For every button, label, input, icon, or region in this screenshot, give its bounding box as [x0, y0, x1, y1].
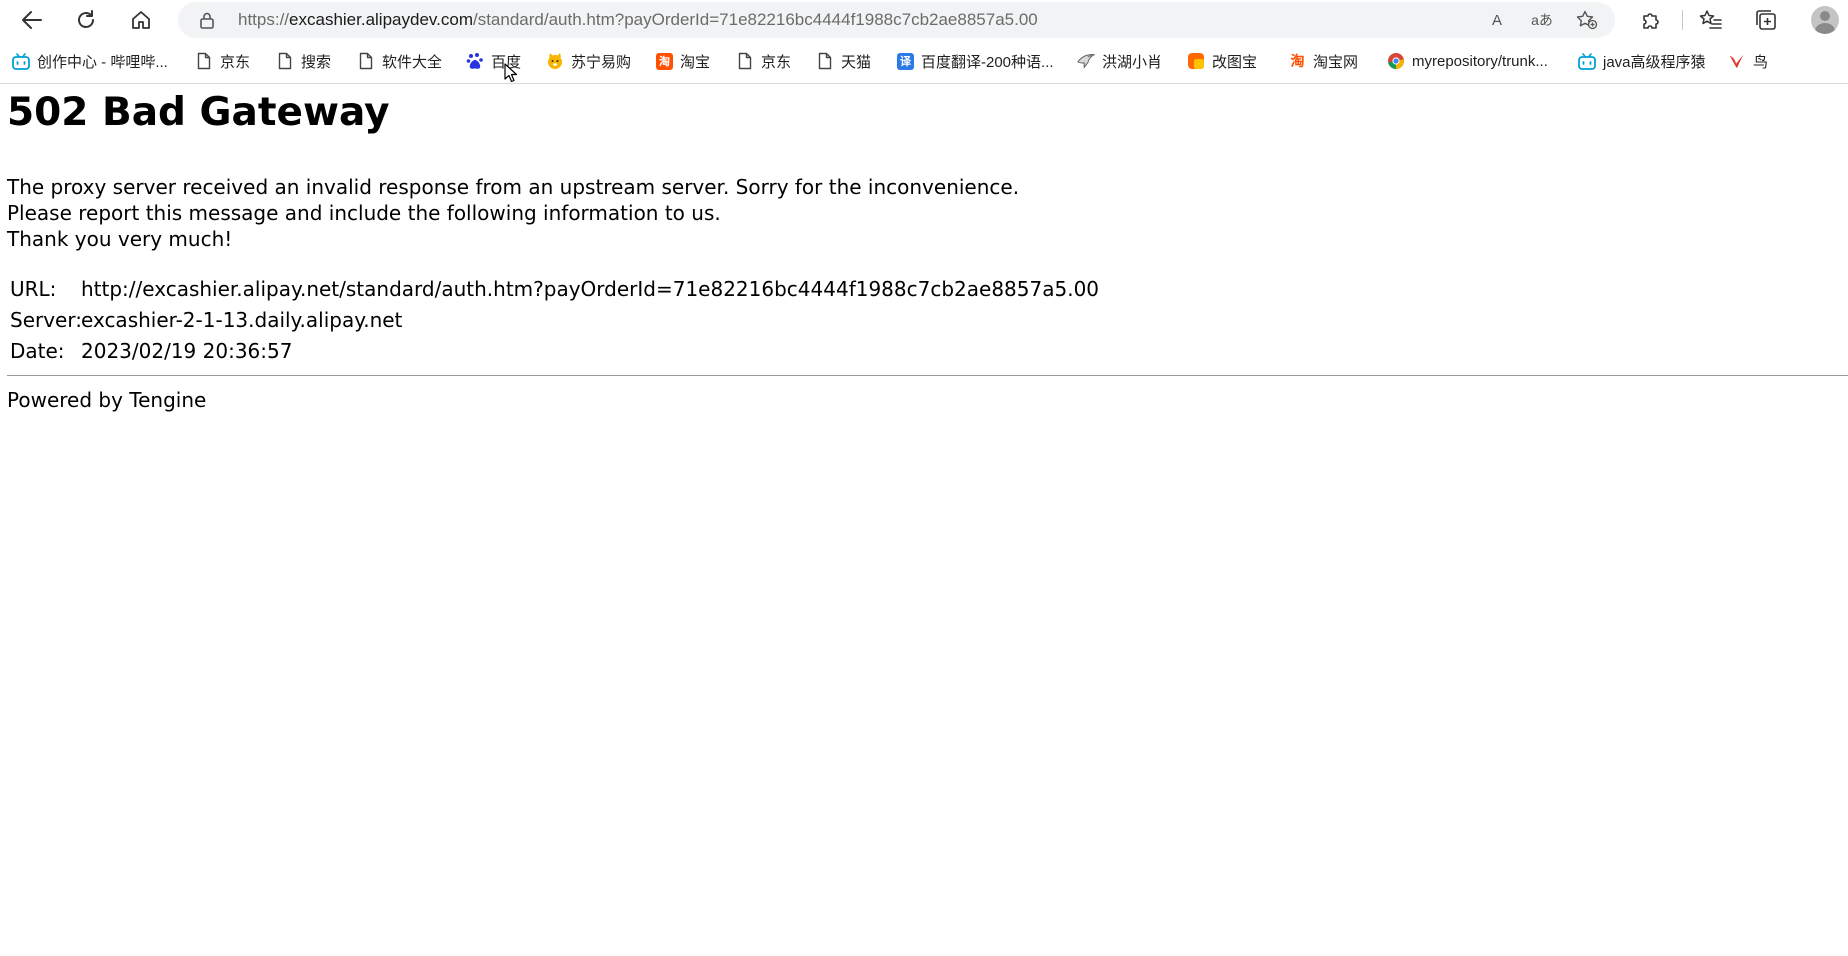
star-add-icon: [1576, 10, 1598, 30]
message-line: Thank you very much!: [7, 227, 233, 251]
baidu-translate-icon: 译: [897, 52, 914, 70]
bookmark-item[interactable]: 软件大全: [357, 46, 442, 76]
bookmark-item[interactable]: 创作中心 - 哔哩哔...: [12, 46, 168, 76]
url-scheme: https://: [238, 10, 290, 29]
info-key: URL:: [10, 277, 57, 301]
bookmark-label: 京东: [761, 53, 792, 71]
info-key: Date:: [10, 339, 65, 363]
taobao-icon: 淘: [656, 52, 673, 70]
page-icon: [357, 52, 375, 70]
collections-button[interactable]: [1750, 4, 1782, 36]
bookmark-item[interactable]: 淘 淘宝: [656, 46, 710, 76]
eagle-icon: [1077, 52, 1095, 70]
bookmark-item[interactable]: 京东: [195, 46, 250, 76]
bookmark-label: myrepository/trunk...: [1412, 52, 1548, 70]
page-icon: [816, 52, 834, 70]
taobao-icon: 淘: [1290, 54, 1305, 70]
chrome-icon: [1387, 52, 1405, 70]
bookmark-item[interactable]: 改图宝: [1187, 46, 1257, 76]
bookmark-label: 搜索: [301, 53, 332, 71]
baidu-icon: [466, 52, 484, 70]
bookmark-item[interactable]: 京东: [736, 46, 791, 76]
bookmark-item[interactable]: 洪湖小肖: [1077, 46, 1162, 76]
info-value: excashier-2-1-13.daily.alipay.net: [81, 308, 403, 332]
url-path: /standard/auth.htm?payOrderId=71e82216bc…: [472, 10, 1038, 29]
collections-icon: [1756, 10, 1776, 30]
message-line: Please report this message and include t…: [7, 201, 721, 225]
server-footer: Powered by Tengine: [7, 388, 207, 412]
refresh-button[interactable]: [70, 4, 102, 36]
page-content: 502 Bad Gateway The proxy server receive…: [0, 84, 1848, 956]
bookmark-label: 洪湖小肖: [1102, 53, 1163, 71]
bilibili-icon: [1578, 52, 1596, 70]
favorites-list-icon: [1699, 10, 1722, 29]
bookmark-item[interactable]: 鸟: [1728, 46, 1768, 76]
read-aloud-button[interactable]: A: [1486, 11, 1508, 29]
profile-avatar[interactable]: [1811, 6, 1839, 34]
error-info-table: URL: http://excashier.alipay.net/standar…: [10, 274, 1099, 367]
bookmark-label: 创作中心 - 哔哩哔...: [37, 53, 168, 71]
favorites-button[interactable]: [1695, 4, 1727, 36]
page-title: 502 Bad Gateway: [7, 90, 390, 135]
translate-button[interactable]: aあ: [1528, 11, 1556, 29]
bookmarks-bar: 创作中心 - 哔哩哔... 京东 搜索 软件大全 百度 苏宁易购 淘 淘宝 京东: [0, 46, 1848, 76]
bookmark-label: 淘宝网: [1313, 53, 1359, 71]
bookmark-item[interactable]: 译 百度翻译-200种语...: [897, 46, 1054, 76]
back-button[interactable]: [16, 4, 48, 36]
browser-toolbar: https://excashier.alipaydev.com/standard…: [0, 0, 1848, 40]
bookmark-label: 软件大全: [382, 53, 443, 71]
page-icon: [736, 52, 754, 70]
bookmark-item[interactable]: 搜索: [276, 46, 331, 76]
add-favorite-button[interactable]: [1576, 10, 1598, 30]
info-row-date: Date: 2023/02/19 20:36:57: [10, 336, 1099, 367]
refresh-icon: [78, 10, 94, 28]
info-value: 2023/02/19 20:36:57: [81, 339, 293, 363]
back-arrow-icon: [22, 11, 42, 29]
bookmark-label: 鸟: [1753, 53, 1769, 71]
bookmark-label: 京东: [220, 53, 251, 71]
page-icon: [276, 52, 294, 70]
browser-chrome: https://excashier.alipaydev.com/standard…: [0, 0, 1848, 84]
read-aloud-icon: A: [1491, 11, 1502, 29]
home-button[interactable]: [125, 4, 157, 36]
page-icon: [195, 52, 213, 70]
address-url[interactable]: https://excashier.alipaydev.com/standard…: [238, 2, 1038, 38]
bookmark-label: java高级程序猿: [1603, 53, 1706, 71]
bookmark-item[interactable]: 天猫: [816, 46, 871, 76]
error-message: The proxy server received an invalid res…: [7, 174, 1019, 252]
home-icon: [132, 11, 150, 29]
info-row-server: Server: excashier-2-1-13.daily.alipay.ne…: [10, 305, 1099, 336]
address-bar[interactable]: https://excashier.alipaydev.com/standard…: [178, 2, 1615, 38]
bookmark-item[interactable]: 苏宁易购: [546, 46, 631, 76]
toolbar-divider: [1682, 10, 1683, 30]
bookmark-item[interactable]: myrepository/trunk...: [1387, 46, 1548, 76]
gaitubao-icon: [1187, 52, 1205, 70]
bookmark-item[interactable]: 淘 淘宝网: [1289, 46, 1359, 76]
bookmark-label: 淘宝: [680, 53, 711, 71]
mouse-cursor-icon: [504, 63, 518, 83]
puzzle-icon: [1643, 13, 1659, 29]
extensions-button[interactable]: [1635, 4, 1667, 36]
bookmark-item[interactable]: java高级程序猿: [1578, 46, 1706, 76]
divider: [7, 375, 1848, 376]
suning-icon: [546, 52, 564, 70]
bookmark-label: 百度翻译-200种语...: [921, 53, 1054, 71]
bookmark-label: 天猫: [841, 53, 872, 71]
info-key: Server:: [10, 308, 82, 332]
bilibili-icon: [12, 52, 30, 70]
info-row-url: URL: http://excashier.alipay.net/standar…: [10, 274, 1099, 305]
lock-icon[interactable]: [198, 11, 216, 29]
bookmark-label: 改图宝: [1212, 53, 1258, 71]
url-host: excashier.alipaydev.com: [289, 10, 473, 29]
bookmark-label: 苏宁易购: [571, 53, 632, 71]
bird-icon: [1728, 52, 1746, 70]
translate-icon: aあ: [1531, 12, 1553, 28]
message-line: The proxy server received an invalid res…: [7, 175, 1020, 199]
info-value: http://excashier.alipay.net/standard/aut…: [81, 277, 1100, 301]
